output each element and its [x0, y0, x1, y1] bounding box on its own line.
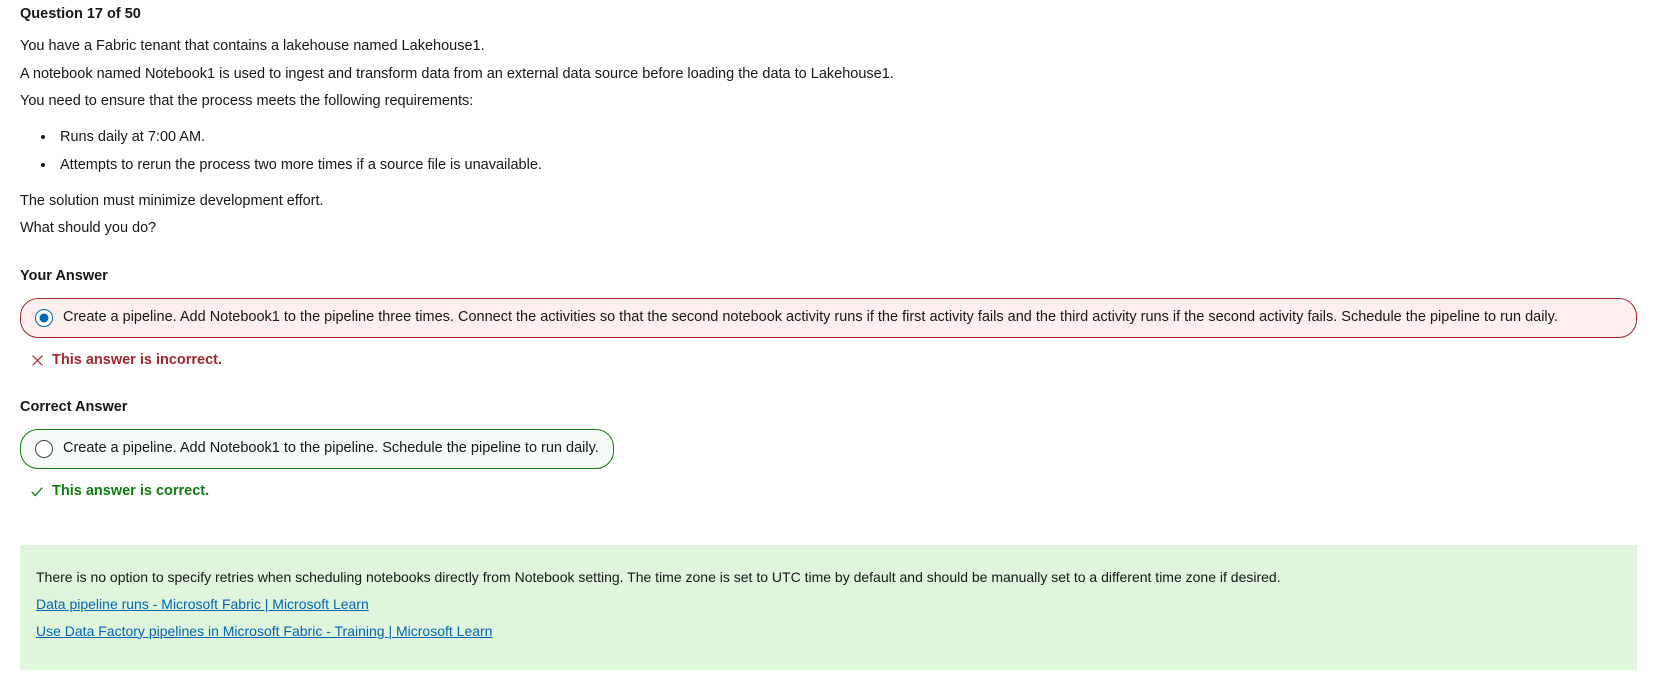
explanation-text: There is no option to specify retries wh…	[36, 567, 1621, 588]
incorrect-feedback: This answer is incorrect.	[30, 350, 1637, 372]
answer-text: Create a pipeline. Add Notebook1 to the …	[63, 307, 1558, 329]
reference-link[interactable]: Data pipeline runs - Microsoft Fabric | …	[36, 594, 1621, 615]
radio-unselected-icon	[35, 440, 53, 458]
question-body: You have a Fabric tenant that contains a…	[20, 36, 1637, 240]
question-paragraph: The solution must minimize development e…	[20, 191, 1637, 213]
your-answer-option[interactable]: Create a pipeline. Add Notebook1 to the …	[20, 298, 1637, 338]
list-item: Runs daily at 7:00 AM.	[56, 127, 1637, 149]
question-paragraph: You have a Fabric tenant that contains a…	[20, 36, 1637, 58]
correct-feedback: This answer is correct.	[30, 481, 1637, 503]
explanation-box: There is no option to specify retries wh…	[20, 545, 1637, 670]
question-paragraph: A notebook named Notebook1 is used to in…	[20, 64, 1637, 86]
feedback-text: This answer is incorrect.	[52, 350, 222, 372]
correct-answer-option[interactable]: Create a pipeline. Add Notebook1 to the …	[20, 429, 614, 469]
radio-selected-icon	[35, 309, 53, 327]
question-paragraph: What should you do?	[20, 218, 1637, 240]
x-icon	[30, 353, 44, 367]
your-answer-label: Your Answer	[20, 266, 1637, 288]
correct-answer-label: Correct Answer	[20, 397, 1637, 419]
requirements-list: Runs daily at 7:00 AM. Attempts to rerun…	[56, 127, 1637, 177]
question-paragraph: You need to ensure that the process meet…	[20, 91, 1637, 113]
feedback-text: This answer is correct.	[52, 481, 209, 503]
list-item: Attempts to rerun the process two more t…	[56, 155, 1637, 177]
reference-link[interactable]: Use Data Factory pipelines in Microsoft …	[36, 621, 1621, 642]
answer-text: Create a pipeline. Add Notebook1 to the …	[63, 438, 599, 460]
check-icon	[30, 485, 44, 499]
question-number-heading: Question 17 of 50	[20, 4, 1637, 26]
